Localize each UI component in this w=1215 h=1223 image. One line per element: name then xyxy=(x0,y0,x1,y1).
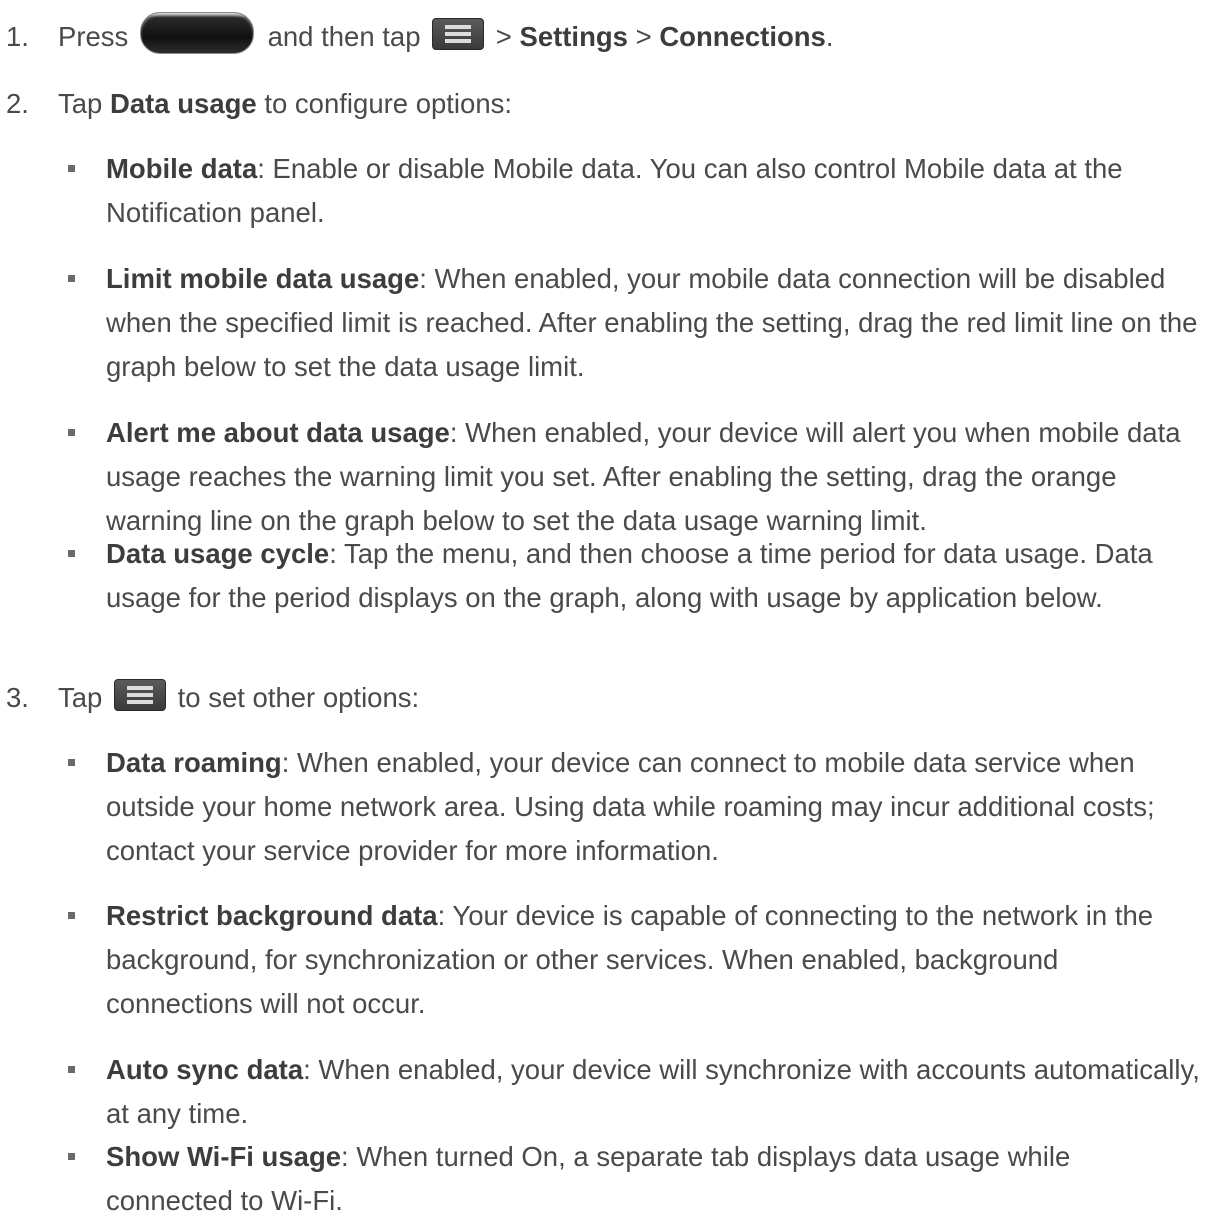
item-term: Auto sync data xyxy=(106,1054,304,1085)
step-2: 2. Tap Data usage to configure options: xyxy=(0,82,512,126)
connections-label: Connections xyxy=(659,21,826,52)
list-item: Show Wi-Fi usage: When turned On, a sepa… xyxy=(68,1135,1201,1223)
list-item: Alert me about data usage: When enabled,… xyxy=(68,411,1201,543)
step-text-tap: Tap xyxy=(58,682,103,713)
list-item: Restrict background data: Your device is… xyxy=(68,894,1201,1026)
item-term: Show Wi-Fi usage xyxy=(106,1141,342,1172)
list-item: Auto sync data: When enabled, your devic… xyxy=(68,1048,1201,1136)
step-text-tap: Tap xyxy=(58,88,103,119)
step-number: 2. xyxy=(6,88,29,119)
separator: > xyxy=(495,21,512,52)
step-text-press: Press xyxy=(58,21,129,52)
item-term: Limit mobile data usage xyxy=(106,263,420,294)
list-item: Data roaming: When enabled, your device … xyxy=(68,741,1201,873)
step-3: 3. Tap to set other options: xyxy=(0,676,419,720)
item-desc: : Enable or disable Mobile data. You can… xyxy=(106,153,1123,228)
item-term: Mobile data xyxy=(106,153,258,184)
step-text-then-tap: and then tap xyxy=(267,21,421,52)
step-number: 1. xyxy=(6,21,29,52)
data-usage-label: Data usage xyxy=(109,88,257,119)
menu-key-icon xyxy=(113,679,166,711)
item-term: Data roaming xyxy=(106,747,282,778)
item-term: Data usage cycle xyxy=(106,538,330,569)
separator: > xyxy=(635,21,652,52)
item-term: Restrict background data xyxy=(106,900,438,931)
list-item: Limit mobile data usage: When enabled, y… xyxy=(68,257,1201,389)
step-end: . xyxy=(825,21,834,52)
item-term: Alert me about data usage xyxy=(106,417,450,448)
home-key-icon xyxy=(139,12,254,54)
step-number: 3. xyxy=(6,682,29,713)
menu-key-icon xyxy=(432,18,485,50)
list-item: Data usage cycle: Tap the menu, and then… xyxy=(68,532,1201,620)
settings-label: Settings xyxy=(519,21,628,52)
list-item: Mobile data: Enable or disable Mobile da… xyxy=(68,147,1201,235)
step-text-rest: to configure options: xyxy=(264,88,513,119)
step-1: 1. Press and then tap > Settings > Connec… xyxy=(0,12,833,59)
step-text-rest: to set other options: xyxy=(177,682,420,713)
